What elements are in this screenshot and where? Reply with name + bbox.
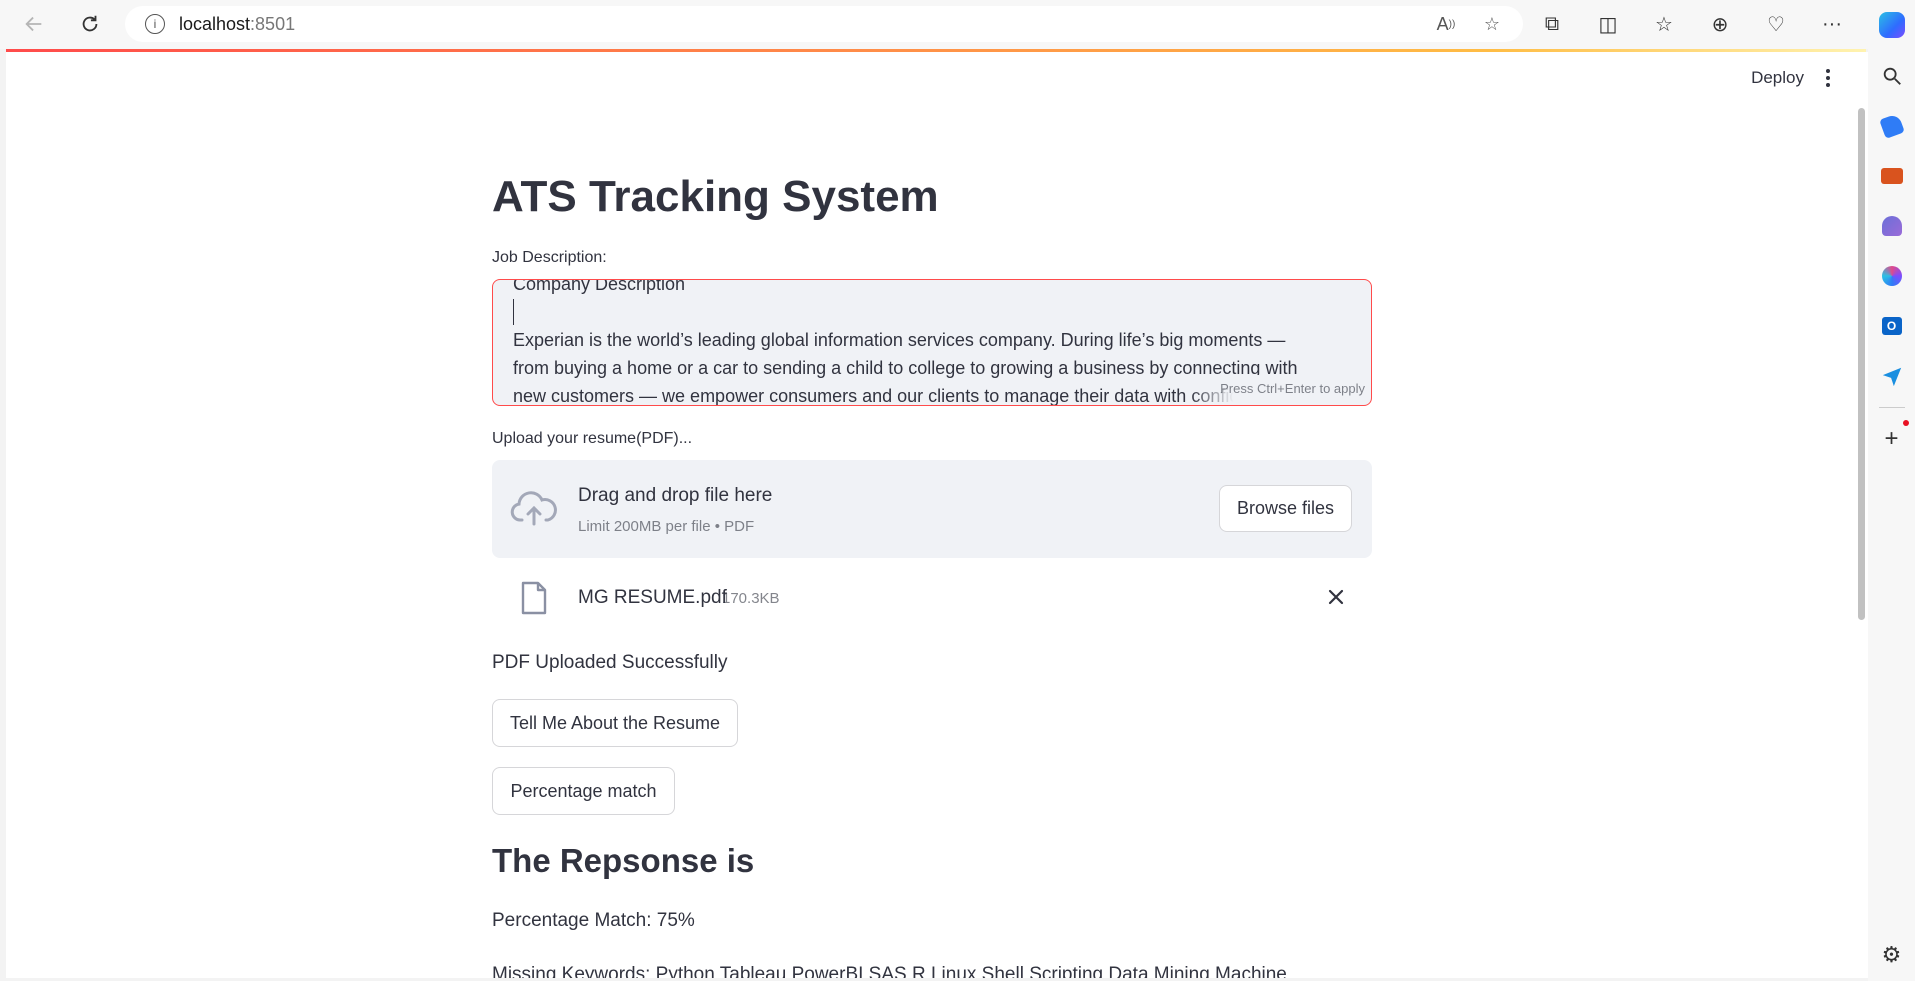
notification-dot (1903, 420, 1909, 426)
arrow-left-icon (25, 16, 42, 32)
job-description-label: Job Description: (492, 249, 607, 266)
tell-about-resume-button[interactable]: Tell Me About the Resume (492, 699, 738, 747)
extensions-icon[interactable]: ⧉ (1524, 0, 1580, 49)
address-host: localhost (179, 13, 251, 34)
missing-keywords-result: Missing Keywords: Python Tableau PowerBI… (492, 964, 1287, 978)
browse-files-button[interactable]: Browse files (1219, 485, 1352, 532)
file-icon (521, 581, 547, 615)
collections-icon[interactable]: ⊕ (1692, 0, 1748, 49)
response-heading: The Repsonse is (492, 842, 755, 879)
performance-icon[interactable]: ♡ (1748, 0, 1804, 49)
copilot-icon[interactable] (1868, 0, 1915, 49)
read-aloud-icon[interactable]: A)) (1435, 13, 1457, 35)
file-name: MG RESUME.pdf (578, 587, 727, 608)
main-menu-icon[interactable] (1818, 66, 1838, 90)
jd-line: Experian is the world’s leading global i… (513, 330, 1286, 350)
browser-toolbar: i localhost:8501 A)) ☆ ⧉ ◫ ☆ ⊕ ♡ ··· (0, 0, 1915, 49)
games-icon[interactable] (1868, 201, 1915, 251)
edge-sidebar: O + ⚙ (1868, 49, 1915, 981)
split-screen-icon[interactable]: ◫ (1580, 0, 1636, 49)
outlook-icon[interactable]: O (1868, 301, 1915, 351)
uploaded-file-row: MG RESUME.pdf 170.3KB (492, 575, 1372, 625)
remove-file-icon[interactable] (1324, 585, 1348, 609)
scroll-thumb[interactable] (1858, 108, 1865, 620)
upload-label: Upload your resume(PDF)... (492, 430, 693, 447)
favorites-icon[interactable]: ☆ (1636, 0, 1692, 49)
text-caret (513, 299, 514, 325)
percentage-match-result: Percentage Match: 75% (492, 910, 695, 931)
percentage-match-button[interactable]: Percentage match (492, 767, 675, 815)
file-dropzone[interactable]: Drag and drop file here Limit 200MB per … (492, 460, 1372, 558)
dropzone-limit: Limit 200MB per file • PDF (578, 518, 755, 535)
sidebar-divider (1878, 407, 1905, 408)
dropzone-title: Drag and drop file here (578, 485, 773, 506)
settings-gear-icon[interactable]: ⚙ (1868, 935, 1915, 975)
cloud-upload-icon (510, 491, 557, 526)
deploy-button[interactable]: Deploy (1751, 68, 1804, 88)
more-options-icon[interactable]: ··· (1804, 0, 1860, 49)
reload-icon (82, 15, 98, 32)
job-description-textarea[interactable]: Company Description Experian is the worl… (492, 279, 1372, 406)
reload-button[interactable] (72, 6, 108, 42)
streamlit-page: Deploy ATS Tracking System Job Descripti… (6, 52, 1860, 978)
file-size: 170.3KB (722, 590, 780, 607)
info-icon[interactable]: i (145, 14, 165, 34)
search-icon[interactable] (1868, 51, 1915, 101)
apply-hint: Press Ctrl+Enter to apply (1190, 375, 1365, 403)
jd-line: Company Description (513, 279, 686, 294)
add-sidebar-app-icon[interactable]: + (1868, 414, 1915, 464)
microsoft365-icon[interactable] (1868, 251, 1915, 301)
shopping-tag-icon[interactable] (1868, 101, 1915, 151)
favorite-star-icon[interactable]: ☆ (1481, 13, 1503, 35)
tools-icon[interactable] (1868, 151, 1915, 201)
upload-status: PDF Uploaded Successfully (492, 652, 728, 673)
send-icon[interactable] (1868, 351, 1915, 401)
back-button[interactable] (16, 6, 52, 42)
address-bar[interactable]: i localhost:8501 A)) ☆ (125, 6, 1523, 42)
address-port: :8501 (250, 13, 296, 34)
page-scrollbar[interactable] (1854, 52, 1868, 978)
page-title: ATS Tracking System (492, 172, 939, 221)
